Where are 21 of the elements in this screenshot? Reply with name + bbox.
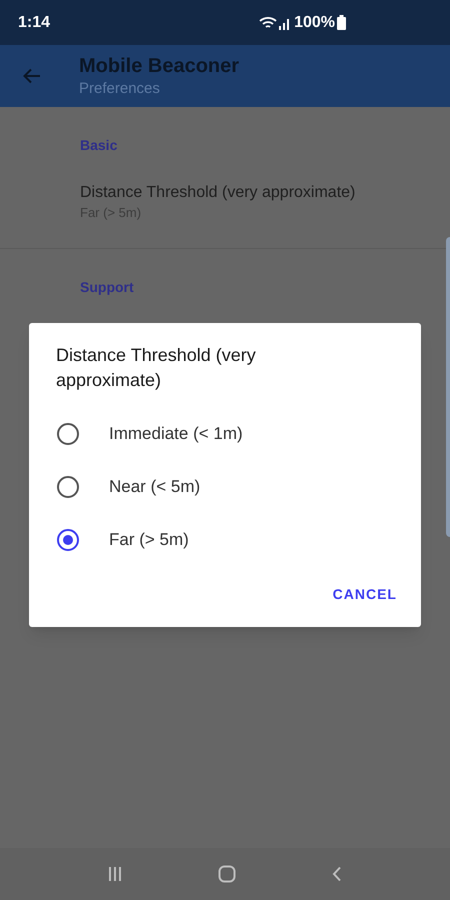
preference-title: Distance Threshold (very approximate) bbox=[80, 183, 356, 203]
recent-apps-icon[interactable] bbox=[107, 866, 124, 882]
radio-option[interactable]: Immediate (< 1m) bbox=[29, 407, 421, 460]
status-time: 1:14 bbox=[18, 12, 50, 32]
wifi-icon bbox=[259, 16, 278, 30]
back-icon[interactable] bbox=[330, 866, 343, 882]
app-title: Mobile Beaconer bbox=[79, 54, 240, 79]
cancel-button[interactable]: CANCEL bbox=[322, 576, 407, 613]
radio-button[interactable] bbox=[57, 476, 79, 498]
section-header: Basic bbox=[80, 137, 118, 153]
radio-option[interactable]: Near (< 5m) bbox=[29, 460, 421, 513]
home-icon[interactable] bbox=[218, 865, 236, 883]
radio-button[interactable] bbox=[57, 422, 79, 444]
section-header: Support bbox=[80, 279, 134, 295]
radio-option[interactable]: Far (> 5m) bbox=[29, 513, 421, 566]
back-arrow-icon bbox=[23, 68, 41, 84]
dialog-title: Distance Threshold (very approximate) bbox=[55, 344, 257, 392]
battery-icon bbox=[337, 15, 346, 30]
app-subtitle: Preferences bbox=[79, 79, 161, 99]
battery-percent: 100% bbox=[294, 12, 335, 32]
radio-button[interactable] bbox=[57, 528, 79, 550]
